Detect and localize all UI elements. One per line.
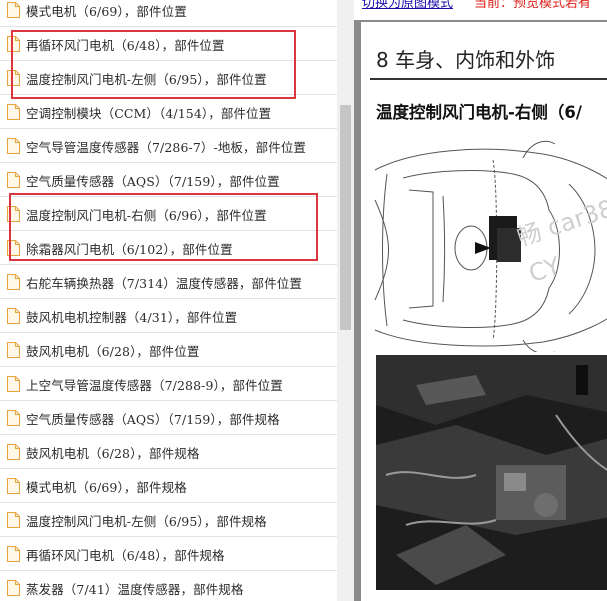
- document-icon: [7, 478, 20, 494]
- list-item[interactable]: 温度控制风门电机-左侧（6/95），部件规格: [0, 503, 337, 537]
- list-item-label[interactable]: 鼓风机电机控制器（4/31），部件位置: [26, 307, 237, 326]
- list-item-label[interactable]: 模式电机（6/69），部件位置: [26, 1, 187, 20]
- component-photo: [376, 355, 607, 590]
- list-item[interactable]: 鼓风机电机控制器（4/31），部件位置: [0, 299, 337, 333]
- vertical-scrollbar[interactable]: [337, 0, 354, 601]
- list-item-label[interactable]: 温度控制风门电机-左侧（6/95），部件规格: [26, 511, 267, 530]
- switch-to-original-link[interactable]: 切换为原图模式: [362, 0, 453, 11]
- list-item-label[interactable]: 再循环风门电机（6/48），部件规格: [26, 545, 225, 564]
- document-icon: [7, 274, 20, 290]
- document-icon: [7, 580, 20, 596]
- scrollbar-thumb[interactable]: [340, 105, 351, 330]
- document-icon: [7, 172, 20, 188]
- preview-panel: 切换为原图模式 当前：预览模式若有 8 车身、内饰和外饰 温度控制风门电机-右侧…: [354, 0, 607, 601]
- list-item[interactable]: 模式电机（6/69），部件位置: [0, 0, 337, 27]
- list-item-label[interactable]: 蒸发器（7/41）温度传感器，部件规格: [26, 579, 243, 598]
- document-icon: [7, 546, 20, 562]
- document-icon: [7, 376, 20, 392]
- list-item-label[interactable]: 鼓风机电机（6/28），部件规格: [26, 443, 199, 462]
- list-item[interactable]: 鼓风机电机（6/28），部件位置: [0, 333, 337, 367]
- highlight-box: [11, 30, 296, 99]
- list-item-label[interactable]: 上空气导管温度传感器（7/288-9），部件位置: [26, 375, 283, 394]
- document-icon: [7, 444, 20, 460]
- list-item-label[interactable]: 鼓风机电机（6/28），部件位置: [26, 341, 199, 360]
- preview-mode-bar: 切换为原图模式 当前：预览模式若有: [354, 0, 607, 20]
- list-item[interactable]: 空气质量传感器（AQS）（7/159），部件位置: [0, 163, 337, 197]
- list-item[interactable]: 模式电机（6/69），部件规格: [0, 469, 337, 503]
- document-icon: [7, 138, 20, 154]
- current-mode-text: 当前：预览模式若有: [474, 0, 592, 11]
- section-title: 8 车身、内饰和外饰: [376, 48, 556, 72]
- list-item-label[interactable]: 模式电机（6/69），部件规格: [26, 477, 187, 496]
- list-item-label[interactable]: 右舵车辆换热器（7/314）温度传感器，部件位置: [26, 273, 302, 292]
- list-item-label[interactable]: 空气质量传感器（AQS）（7/159），部件位置: [26, 171, 280, 190]
- list-item-label[interactable]: 空气质量传感器（AQS）（7/159），部件规格: [26, 409, 280, 428]
- list-item[interactable]: 空气质量传感器（AQS）（7/159），部件规格: [0, 401, 337, 435]
- list-item[interactable]: 上空气导管温度传感器（7/288-9），部件位置: [0, 367, 337, 401]
- document-page: 8 车身、内饰和外饰 温度控制风门电机-右侧（6/ 畅 car38 CY: [361, 22, 607, 601]
- list-item-label[interactable]: 空调控制模块（CCM）（4/154），部件位置: [26, 103, 271, 122]
- document-icon: [7, 410, 20, 426]
- document-icon: [7, 2, 20, 18]
- list-item-label[interactable]: 空气导管温度传感器（7/286-7）-地板，部件位置: [26, 137, 306, 156]
- document-icon: [7, 104, 20, 120]
- list-item[interactable]: 蒸发器（7/41）温度传感器，部件规格: [0, 571, 337, 601]
- list-item[interactable]: 空调控制模块（CCM）（4/154），部件位置: [0, 95, 337, 129]
- document-icon: [7, 342, 20, 358]
- title-divider: [370, 78, 607, 80]
- part-title: 温度控制风门电机-右侧（6/: [376, 103, 582, 122]
- highlight-box: [9, 193, 318, 261]
- list-item[interactable]: 空气导管温度传感器（7/286-7）-地板，部件位置: [0, 129, 337, 163]
- list-item[interactable]: 右舵车辆换热器（7/314）温度传感器，部件位置: [0, 265, 337, 299]
- list-item[interactable]: 再循环风门电机（6/48），部件规格: [0, 537, 337, 571]
- document-icon: [7, 512, 20, 528]
- document-icon: [7, 308, 20, 324]
- document-list-panel: 模式电机（6/69），部件位置 再循环风门电机（6/48），部件位置 温度控制风…: [0, 0, 337, 601]
- list-item[interactable]: 鼓风机电机（6/28），部件规格: [0, 435, 337, 469]
